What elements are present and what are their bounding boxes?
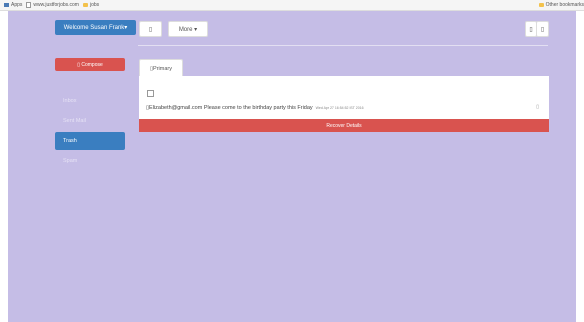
folder-icon: [82, 3, 88, 7]
bookmark-other-label: Other bookmarks: [545, 2, 584, 8]
sidebar-item-sent[interactable]: Sent Mail: [55, 115, 125, 127]
email-row-icon[interactable]: ▯: [536, 104, 539, 110]
more-button[interactable]: More ▾: [168, 21, 208, 37]
email-timestamp: Wed Apr 27 16:54:52 IST 2016: [315, 106, 364, 110]
bookmark-folder[interactable]: jobs: [82, 2, 100, 8]
welcome-user-button[interactable]: Welcome Susan Frank▾: [55, 20, 136, 35]
bookmark-folder-label: jobs: [89, 2, 100, 8]
bookmark-other[interactable]: Other bookmarks: [538, 0, 584, 10]
select-all-checkbox[interactable]: [147, 90, 154, 97]
apps-icon: [4, 3, 9, 7]
bookmarks-bar: Apps www.justforjobs.com jobs Other book…: [0, 0, 584, 11]
divider: [138, 45, 548, 46]
sidebar-item-inbox[interactable]: Inbox: [55, 95, 125, 107]
mail-app: Welcome Susan Frank▾ ▯ More ▾ ▯ ▯ ▯ Comp…: [8, 11, 576, 322]
bookmark-apps-label: Apps: [11, 2, 23, 8]
email-text: ▯Elizabeth@gmail.com Please come to the …: [146, 105, 313, 111]
list-item[interactable]: ▯Elizabeth@gmail.com Please come to the …: [146, 104, 541, 112]
next-page-button[interactable]: ▯: [536, 21, 549, 37]
page-icon: [26, 2, 32, 8]
folder-icon: [538, 3, 544, 7]
toolbar-icon-button[interactable]: ▯: [139, 21, 162, 37]
bookmark-site[interactable]: www.justforjobs.com: [26, 2, 79, 8]
tab-primary[interactable]: ▯Primary: [139, 59, 183, 77]
compose-button[interactable]: ▯ Compose: [55, 58, 125, 71]
bookmark-site-label: www.justforjobs.com: [33, 2, 79, 8]
sidebar-item-trash[interactable]: Trash: [55, 132, 125, 150]
sidebar-item-spam[interactable]: Spam: [55, 155, 125, 167]
recover-details-button[interactable]: Recover Details: [139, 119, 549, 132]
bookmark-apps[interactable]: Apps: [4, 2, 22, 8]
